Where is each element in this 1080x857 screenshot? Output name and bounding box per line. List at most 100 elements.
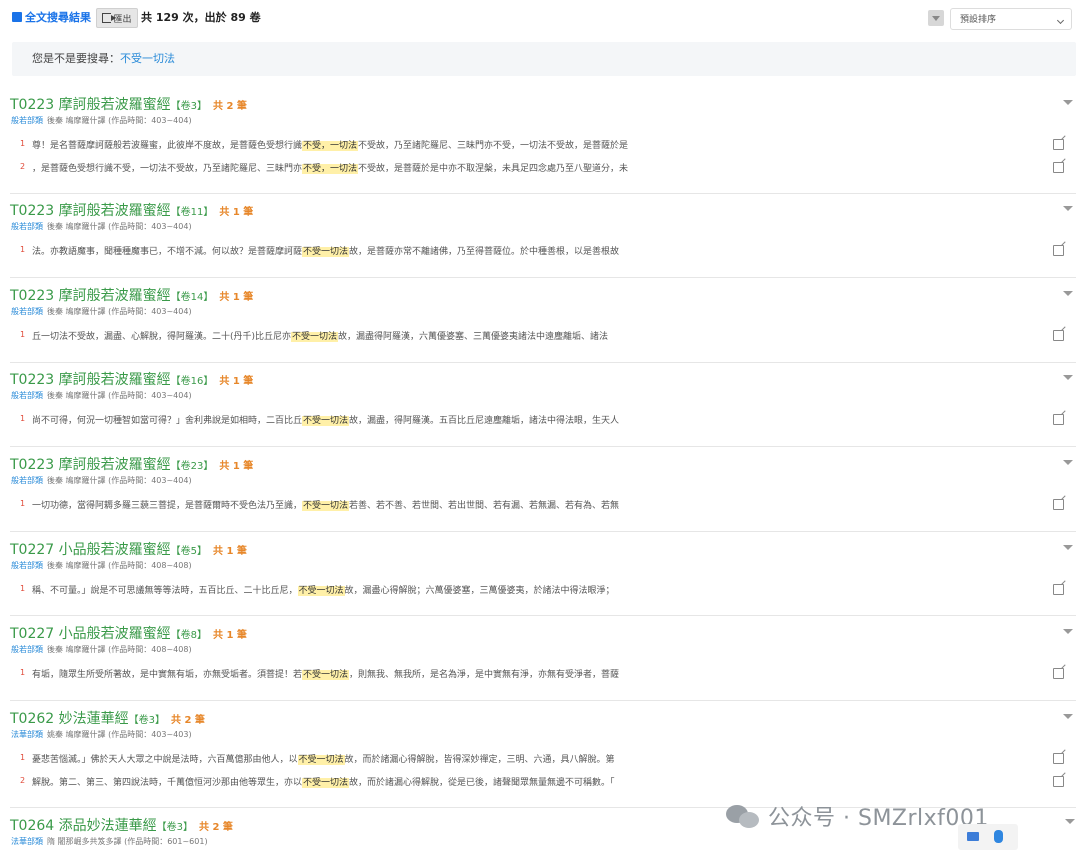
match-line[interactable]: 1 尚不可得，何況一切種智如當可得？」舍利弗說是如相時，二百比丘不受一切法故，漏… — [10, 412, 1076, 428]
result-title[interactable]: T0223 摩訶般若波羅蜜經【卷11】共 1 筆 — [10, 200, 253, 220]
external-link-icon[interactable] — [1053, 330, 1064, 341]
result-title-text: T0227 小品般若波羅蜜經 — [10, 626, 171, 642]
match-line[interactable]: 1 憂悲苦惱滅。」佛於天人大眾之中說是法時，六百萬億那由他人，以不受一切法故，而… — [10, 751, 1076, 767]
result-title[interactable]: T0227 小品般若波羅蜜經【卷5】共 1 筆 — [10, 539, 247, 559]
external-link-icon[interactable] — [1053, 162, 1064, 173]
wechat-logo-icon — [726, 803, 760, 829]
result-title[interactable]: T0223 摩訶般若波羅蜜經【卷16】共 1 筆 — [10, 369, 253, 389]
external-link-icon[interactable] — [1053, 668, 1064, 679]
divider — [10, 277, 1076, 278]
result-title[interactable]: T0223 摩訶般若波羅蜜經【卷3】共 2 筆 — [10, 94, 247, 114]
external-link-icon[interactable] — [1053, 499, 1064, 510]
divider — [10, 700, 1076, 701]
result-title[interactable]: T0223 摩訶般若波羅蜜經【卷23】共 1 筆 — [10, 454, 253, 474]
match-line[interactable]: 2 ，是菩薩色受想行識不受，一切法不受故，乃至諸陀羅尼、三昧門亦不受，一切法不受… — [10, 160, 1076, 176]
export-icon — [102, 13, 117, 23]
result-translator: 後秦 鳩摩羅什譯 (作品時間：403~404) — [47, 391, 192, 400]
result-volume: 【卷23】 — [170, 461, 214, 472]
result-translator: 姚秦 鳩摩羅什譯 (作品時間：403~403) — [47, 730, 192, 739]
result-translator: 後秦 鳩摩羅什譯 (作品時間：403~404) — [47, 476, 192, 485]
watermark-text: 公众号 · SMZrlxf001 — [768, 806, 989, 831]
result-title-text: T0223 摩訶般若波羅蜜經 — [10, 457, 171, 473]
match-line-text: 尊！是名菩薩摩訶薩般若波羅蜜，此彼岸不度故，是菩薩色受想行識不受，一切法不受故，… — [32, 141, 629, 151]
caret-down-icon[interactable] — [1063, 375, 1073, 380]
bluetooth-icon[interactable] — [994, 830, 1003, 843]
result-title[interactable]: T0227 小品般若波羅蜜經【卷8】共 1 筆 — [10, 623, 247, 643]
sort-select[interactable]: 預設排序 — [950, 8, 1072, 30]
match-highlight: 不受，一切法 — [302, 141, 359, 151]
result-category[interactable]: 般若部類 — [11, 476, 43, 485]
caret-down-icon[interactable] — [1063, 545, 1073, 550]
external-link-icon[interactable] — [1053, 139, 1064, 150]
result-category[interactable]: 般若部類 — [11, 222, 43, 231]
match-highlight: 不受一切法 — [302, 247, 350, 257]
suggestion-link[interactable]: 不受一切法 — [120, 52, 175, 65]
result-title-text: T0264 添品妙法蓮華經 — [10, 818, 157, 834]
external-link-icon[interactable] — [1053, 776, 1064, 787]
result-meta: 般若部類 後秦 鳩摩羅什譯 (作品時間：403~404) — [11, 390, 192, 401]
divider — [10, 531, 1076, 532]
export-button[interactable]: 匯出 — [96, 8, 138, 28]
external-link-icon[interactable] — [1053, 245, 1064, 256]
result-hit-count: 共 1 筆 — [213, 546, 247, 557]
system-tray — [958, 824, 1018, 850]
match-line-text: 丘一切法不受故，漏盡、心解脫，得阿羅漢。二十(丹千)比丘尼亦不受一切法故，漏盡得… — [32, 332, 609, 342]
caret-down-icon[interactable] — [1064, 816, 1076, 828]
match-highlight: 不受一切法 — [302, 778, 350, 788]
match-line[interactable]: 1 稱、不可量。」說是不可思議無等等法時，五百比丘、二十比丘尼，不受一切法故，漏… — [10, 582, 1076, 598]
chevron-down-icon — [1056, 16, 1065, 25]
result-title[interactable]: T0264 添品妙法蓮華經【卷3】共 2 筆 — [10, 815, 233, 835]
results-header: 全文搜尋結果 匯出 共 129 次，出於 89 卷 預設排序 — [0, 0, 1080, 36]
match-line[interactable]: 1 法。亦教語魔事，聞種種魔事已，不增不減。何以故？是菩薩摩訶薩不受一切法故，是… — [10, 243, 1076, 259]
divider — [10, 193, 1076, 194]
match-line[interactable]: 1 一切功德，當得阿耨多羅三藐三菩提，是菩薩爾時不受色法乃至識，不受一切法若善、… — [10, 497, 1076, 513]
match-highlight: 不受一切法 — [291, 332, 339, 342]
caret-down-icon[interactable] — [1063, 291, 1073, 296]
match-highlight: 不受一切法 — [302, 501, 350, 511]
match-line-text: ，是菩薩色受想行識不受，一切法不受故，乃至諸陀羅尼、三昧門亦不受，一切法不受故，… — [32, 164, 629, 174]
result-volume: 【卷3】 — [128, 715, 166, 726]
match-line-text: 尚不可得，何況一切種智如當可得？」舍利弗說是如相時，二百比丘不受一切法故，漏盡，… — [32, 416, 620, 426]
result-title-text: T0223 摩訶般若波羅蜜經 — [10, 288, 171, 304]
result-category[interactable]: 法華部類 — [11, 837, 43, 846]
match-highlight: 不受一切法 — [302, 416, 350, 426]
result-category[interactable]: 般若部類 — [11, 645, 43, 654]
caret-down-icon[interactable] — [1063, 206, 1073, 211]
result-meta: 般若部類 後秦 鳩摩羅什譯 (作品時間：403~404) — [11, 306, 192, 317]
monitor-icon[interactable] — [967, 832, 979, 841]
match-line-text: 法。亦教語魔事，聞種種魔事已，不增不減。何以故？是菩薩摩訶薩不受一切法故，是菩薩… — [32, 247, 620, 257]
caret-down-icon[interactable] — [1063, 629, 1073, 634]
result-category[interactable]: 般若部類 — [11, 116, 43, 125]
caret-down-icon[interactable] — [1063, 460, 1073, 465]
external-link-icon[interactable] — [1053, 584, 1064, 595]
result-category[interactable]: 般若部類 — [11, 561, 43, 570]
result-title[interactable]: T0223 摩訶般若波羅蜜經【卷14】共 1 筆 — [10, 285, 253, 305]
result-title-text: T0227 小品般若波羅蜜經 — [10, 542, 171, 558]
match-line-text: 稱、不可量。」說是不可思議無等等法時，五百比丘、二十比丘尼，不受一切法故，漏盡心… — [32, 586, 615, 596]
result-title[interactable]: T0262 妙法蓮華經【卷3】共 2 筆 — [10, 708, 205, 728]
result-category[interactable]: 般若部類 — [11, 391, 43, 400]
match-line-number: 1 — [20, 668, 26, 677]
external-link-icon[interactable] — [1053, 753, 1064, 764]
match-line-number: 1 — [20, 330, 26, 339]
result-meta: 般若部類 後秦 鳩摩羅什譯 (作品時間：403~404) — [11, 221, 192, 232]
result-category[interactable]: 般若部類 — [11, 307, 43, 316]
results-square-icon — [12, 12, 22, 22]
match-line[interactable]: 1 有垢，隨眾生所受所著故，是中實無有垢，亦無受垢者。須菩提！若不受一切法，則無… — [10, 666, 1076, 682]
match-line-number: 1 — [20, 139, 26, 148]
sort-toggle-button[interactable] — [928, 10, 944, 26]
match-line-number: 2 — [20, 162, 26, 171]
match-line[interactable]: 1 丘一切法不受故，漏盡、心解脫，得阿羅漢。二十(丹千)比丘尼亦不受一切法故，漏… — [10, 328, 1076, 344]
caret-down-icon[interactable] — [1063, 714, 1073, 719]
external-link-icon[interactable] — [1053, 414, 1064, 425]
match-line[interactable]: 2 解脫。第二、第三、第四說法時，千萬億恒河沙那由他等眾生，亦以不受一切法故，而… — [10, 774, 1076, 790]
result-volume: 【卷8】 — [170, 630, 208, 641]
match-highlight: 不受一切法 — [302, 670, 350, 680]
match-line[interactable]: 1 尊！是名菩薩摩訶薩般若波羅蜜，此彼岸不度故，是菩薩色受想行識不受，一切法不受… — [10, 137, 1076, 153]
result-hit-count: 共 2 筆 — [171, 715, 205, 726]
caret-down-icon[interactable] — [1063, 100, 1073, 105]
result-hit-count: 共 2 筆 — [213, 101, 247, 112]
result-category[interactable]: 法華部類 — [11, 730, 43, 739]
result-translator: 後秦 鳩摩羅什譯 (作品時間：403~404) — [47, 307, 192, 316]
result-hit-count: 共 1 筆 — [219, 376, 254, 387]
